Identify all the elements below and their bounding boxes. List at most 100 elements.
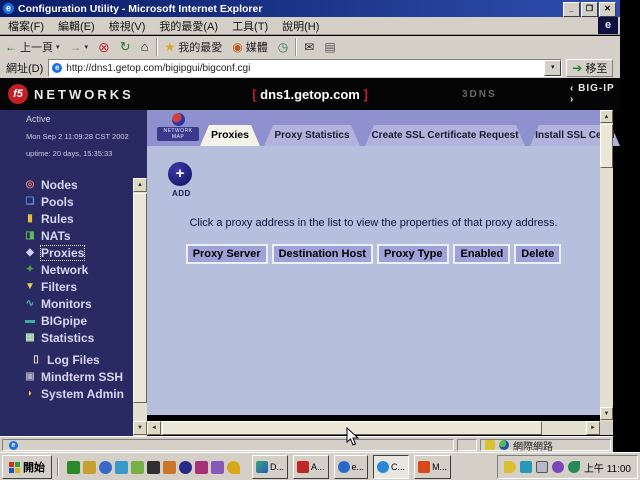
sidebar-item-statistics[interactable]: ▦Statistics [0,329,133,346]
f5-brand-header: f5 NETWORKS [ dns1.getop.com ] 3DNS ‹ BI… [0,78,620,110]
quicklaunch-icon-3[interactable] [99,461,112,474]
sidebar-item-network[interactable]: ✦Network [0,261,133,278]
sidebar-item-nodes[interactable]: ◎Nodes [0,176,133,193]
forward-dropdown-icon[interactable]: ▾ [85,43,89,51]
content-scroll-right-icon[interactable]: ► [586,421,600,435]
sidebar-menu: ◎Nodes ❏Pools ▮Rules ◨NATs ◆Proxies ✦Net… [0,176,133,402]
quicklaunch-icon-10[interactable] [211,461,224,474]
column-header-delete[interactable]: Delete [514,244,561,264]
volume-icon[interactable] [504,461,516,473]
sidebar-item-system-admin[interactable]: ◗System Admin [0,385,133,402]
menu-help[interactable]: 說明(H) [282,18,319,34]
quicklaunch-icon-7[interactable] [163,461,176,474]
nats-icon: ◨ [24,230,36,241]
clock[interactable]: 上午 11:00 [584,460,631,475]
toolbar-separator [295,38,297,56]
system-tray: 上午 11:00 [497,455,638,479]
content-scroll-thumb[interactable] [600,124,613,168]
column-header-proxy-type[interactable]: Proxy Type [377,244,450,264]
quicklaunch-icon-11[interactable] [227,461,240,474]
content-scroll-up-icon[interactable]: ▲ [600,110,613,123]
quicklaunch-icon-8[interactable] [179,461,192,474]
back-button[interactable]: ← 上一頁 ▾ [0,37,65,57]
forward-button[interactable]: → ▾ [65,37,94,57]
sidebar-scroll-up-icon[interactable]: ▲ [133,178,147,192]
refresh-icon: ↻ [120,41,131,53]
home-button[interactable]: ⌂ [136,37,154,57]
quicklaunch-icon-4[interactable] [115,461,128,474]
quicklaunch-icon-5[interactable] [131,461,144,474]
tab-create-ssl-certificate-request[interactable]: Create SSL Certificate Request [365,125,525,146]
media-button[interactable]: ◉ 媒體 [227,37,272,57]
f5-logo-icon: f5 [8,84,28,104]
antivirus-icon[interactable] [568,461,580,473]
quicklaunch-icon-1[interactable] [67,461,80,474]
stop-button[interactable]: ⊗ [93,37,115,57]
forward-icon: → [70,41,82,53]
threedns-link[interactable]: 3DNS [462,89,497,100]
back-dropdown-icon[interactable]: ▾ [56,43,60,51]
sidebar-item-nats[interactable]: ◨NATs [0,227,133,244]
media-icon: ◉ [232,41,242,53]
status-page-icon: e [9,441,18,450]
tab-bar: NETWORK MAP Proxies Proxy Statistics Cre… [147,110,600,146]
address-field-frame: e ▾ [48,59,562,77]
sidebar-item-rules[interactable]: ▮Rules [0,210,133,227]
network-map-button[interactable]: NETWORK MAP [157,113,199,141]
sidebar-scroll-thumb[interactable] [133,193,147,403]
print-button[interactable]: ▤ [319,37,340,57]
sidebar-item-pools[interactable]: ❏Pools [0,193,133,210]
menu-favorites[interactable]: 我的最愛(A) [159,18,218,34]
taskbar-button-1[interactable]: D... [252,455,288,479]
browser-toolbar: ← 上一頁 ▾ → ▾ ⊗ ↻ ⌂ ★ 我的最愛 ◉ 媒體 ◷ [0,36,620,59]
taskbar-button-2[interactable]: A... [293,455,329,479]
column-header-proxy-server[interactable]: Proxy Server [186,244,268,264]
nodes-icon: ◎ [24,179,36,190]
window-title-bar[interactable]: e Configuration Utility - Microsoft Inte… [0,0,620,17]
quicklaunch-icon-2[interactable] [83,461,96,474]
menu-file[interactable]: 檔案(F) [8,18,44,34]
taskbar-button-3[interactable]: e... [334,455,369,479]
taskbar-button-5[interactable]: M... [414,455,451,479]
tab-proxy-statistics[interactable]: Proxy Statistics [264,125,360,146]
task3-icon [338,461,350,473]
history-button[interactable]: ◷ [273,37,293,57]
content-scroll-left-icon[interactable]: ◄ [147,421,161,435]
bigpipe-icon: ▬ [24,315,36,326]
menu-edit[interactable]: 編輯(E) [58,18,95,34]
sidebar-item-label: Pools [41,195,74,209]
bigip-link[interactable]: ‹ BIG-IP › [570,83,620,105]
sidebar-item-filters[interactable]: ▼Filters [0,278,133,295]
add-proxy-button[interactable]: + [168,162,192,186]
quicklaunch-icon-9[interactable] [195,461,208,474]
messenger-icon[interactable] [520,461,532,473]
taskbar-button-4-active[interactable]: C... [373,455,409,479]
start-button[interactable]: 開始 [2,455,52,479]
go-button[interactable]: ➔ 移至 [566,59,613,77]
refresh-button[interactable]: ↻ [115,37,136,57]
sidebar-scroll-down-icon[interactable]: ▼ [133,421,147,435]
menu-view[interactable]: 檢視(V) [109,18,146,34]
tray-app-icon[interactable] [552,461,564,473]
column-header-destination-host[interactable]: Destination Host [272,244,373,264]
sidebar-item-log-files[interactable]: ▯Log Files [0,351,133,368]
display-settings-icon[interactable] [536,461,548,473]
favorites-button[interactable]: ★ 我的最愛 [160,37,228,57]
sidebar-item-proxies[interactable]: ◆Proxies [0,244,133,261]
quicklaunch-icon-6[interactable] [147,461,160,474]
sidebar-item-monitors[interactable]: ∿Monitors [0,295,133,312]
url-input[interactable] [66,61,544,75]
close-button[interactable]: ✕ [599,2,616,17]
menu-tools[interactable]: 工具(T) [232,18,268,34]
content-scroll-down-icon[interactable]: ▼ [600,407,613,420]
maximize-button[interactable]: ❐ [581,2,598,17]
column-header-enabled[interactable]: Enabled [453,244,510,264]
sidebar-item-mindterm-ssh[interactable]: ▣Mindterm SSH [0,368,133,385]
tab-proxies[interactable]: Proxies [200,125,260,146]
desktop-screen: e Configuration Utility - Microsoft Inte… [0,0,640,480]
favorites-icon: ★ [165,41,176,53]
mail-button[interactable]: ✉ [299,37,319,57]
minimize-button[interactable]: _ [563,2,580,17]
address-dropdown-button[interactable]: ▾ [544,60,561,76]
sidebar-item-bigpipe[interactable]: ▬BIGpipe [0,312,133,329]
